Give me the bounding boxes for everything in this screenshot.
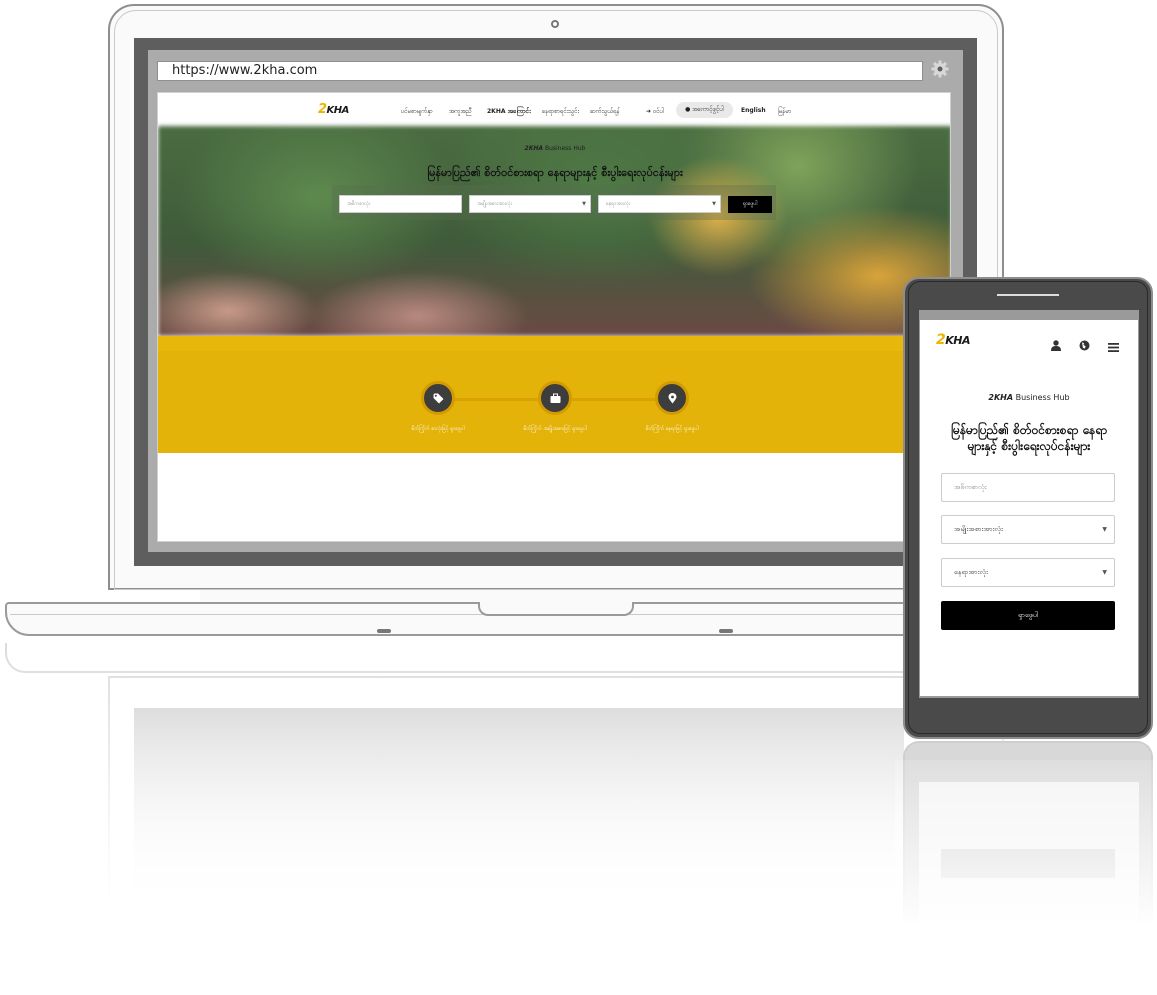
laptop-notch [478, 602, 634, 616]
mobile-keyword-input[interactable]: အဓိကစာလုံး [941, 473, 1115, 502]
nav-item-about[interactable]: 2KHA အကြောင်း [487, 107, 531, 116]
briefcase-icon [550, 393, 561, 403]
nav-item-help[interactable]: အကူအညီ [449, 107, 472, 116]
address-bar[interactable]: https://www.2kha.com [157, 61, 923, 81]
caret-down-icon: ▼ [1102, 526, 1107, 533]
feature-location-circle [655, 381, 689, 415]
feature-category-label: စိတ်ကြိုက် အမျိုးအစားဖြင့် ရှာဖွေပါ [523, 426, 587, 432]
camera-dot [551, 20, 559, 28]
caret-down-icon: ▼ [582, 201, 586, 207]
tag-icon [433, 393, 444, 404]
category-select[interactable]: အမျိုးအစားအားလုံး ▼ [469, 195, 591, 213]
feature-keyword-label: စိတ်ကြိုက် စာလုံးဖြင့် ရှာဖွေပါ [411, 426, 465, 432]
phone-reflection-fade [895, 760, 1157, 930]
feature-category-circle [538, 381, 572, 415]
lang-myanmar[interactable]: မြန်မာ [778, 107, 791, 116]
laptop-foot [377, 629, 391, 633]
mobile-logo[interactable]: 2KHA [936, 332, 970, 348]
feature-location-label: စိတ်ကြိုက် နေရာဖြင့် ရှာဖွေပါ [645, 426, 699, 432]
mobile-location-select[interactable]: နေရာအားလုံး ▼ [941, 558, 1115, 587]
user-icon: ● [685, 106, 691, 113]
caret-down-icon: ▼ [1102, 569, 1107, 576]
nav-item-home[interactable]: ပင်မစာမျက်နှာ [401, 107, 433, 116]
site-logo[interactable]: 2KHA [318, 102, 349, 117]
hero-background-image [158, 126, 950, 336]
mobile-search-button[interactable]: ရှာဖွေပါ [941, 601, 1115, 630]
search-button[interactable]: ရှာဖွေပါ [728, 196, 772, 213]
user-icon[interactable] [1051, 336, 1061, 355]
map-marker-icon [668, 393, 677, 404]
laptop-foot [719, 629, 733, 633]
nav-item-contact[interactable]: ဆက်သွယ်ရန် [590, 107, 620, 116]
gear-icon[interactable] [930, 59, 950, 79]
mobile-headline-line1: မြန်မာပြည်၏ စိတ်ဝင်စားစရာ နေရာ [950, 423, 1108, 437]
menu-icon[interactable] [1108, 337, 1119, 356]
hero-headline: မြန်မာပြည်၏ စိတ်ဝင်စားစရာ နေရာများနှင့် … [427, 166, 683, 179]
nav-login[interactable]: ➜ ဝင်ပါ [646, 107, 664, 116]
location-select[interactable]: နေရာအားလုံး ▼ [598, 195, 721, 213]
mobile-page: 2KHA 2KHA Business Hub မြန်မာပြည်၏ စိတ်ဝ… [920, 320, 1138, 696]
feature-keyword-circle [421, 381, 455, 415]
mobile-hub-label: 2KHA Business Hub [988, 393, 1070, 402]
features-band-top [158, 336, 950, 351]
sign-in-icon: ➜ [646, 108, 652, 115]
phone-speaker [997, 294, 1059, 296]
mobile-category-select[interactable]: အမျိုးအစားအားလုံး ▼ [941, 515, 1115, 544]
site-navbar: 2KHA ပင်မစာမျက်နှာ အကူအညီ 2KHA အကြောင်း … [158, 93, 950, 127]
laptop-hinge [200, 590, 918, 602]
lang-english[interactable]: English [741, 107, 766, 114]
keyword-input[interactable]: အဓိကစာလုံး [339, 195, 462, 213]
caret-down-icon: ▼ [712, 201, 716, 207]
mobile-headline-line2: များနှင့် စီးပွါးရေးလုပ်ငန်းများ [967, 439, 1091, 453]
hero-hub-label: 2KHA Business Hub [524, 145, 586, 152]
globe-icon[interactable] [1079, 336, 1090, 355]
website-page: 2KHA ပင်မစာမျက်နှာ အကူအညီ 2KHA အကြောင်း … [157, 92, 951, 542]
nav-register-button[interactable]: ● အကောင့်ဖွင့်ပါ [676, 102, 733, 118]
nav-item-add-place[interactable]: နေရာစာရင်းသွင်း [542, 107, 579, 116]
